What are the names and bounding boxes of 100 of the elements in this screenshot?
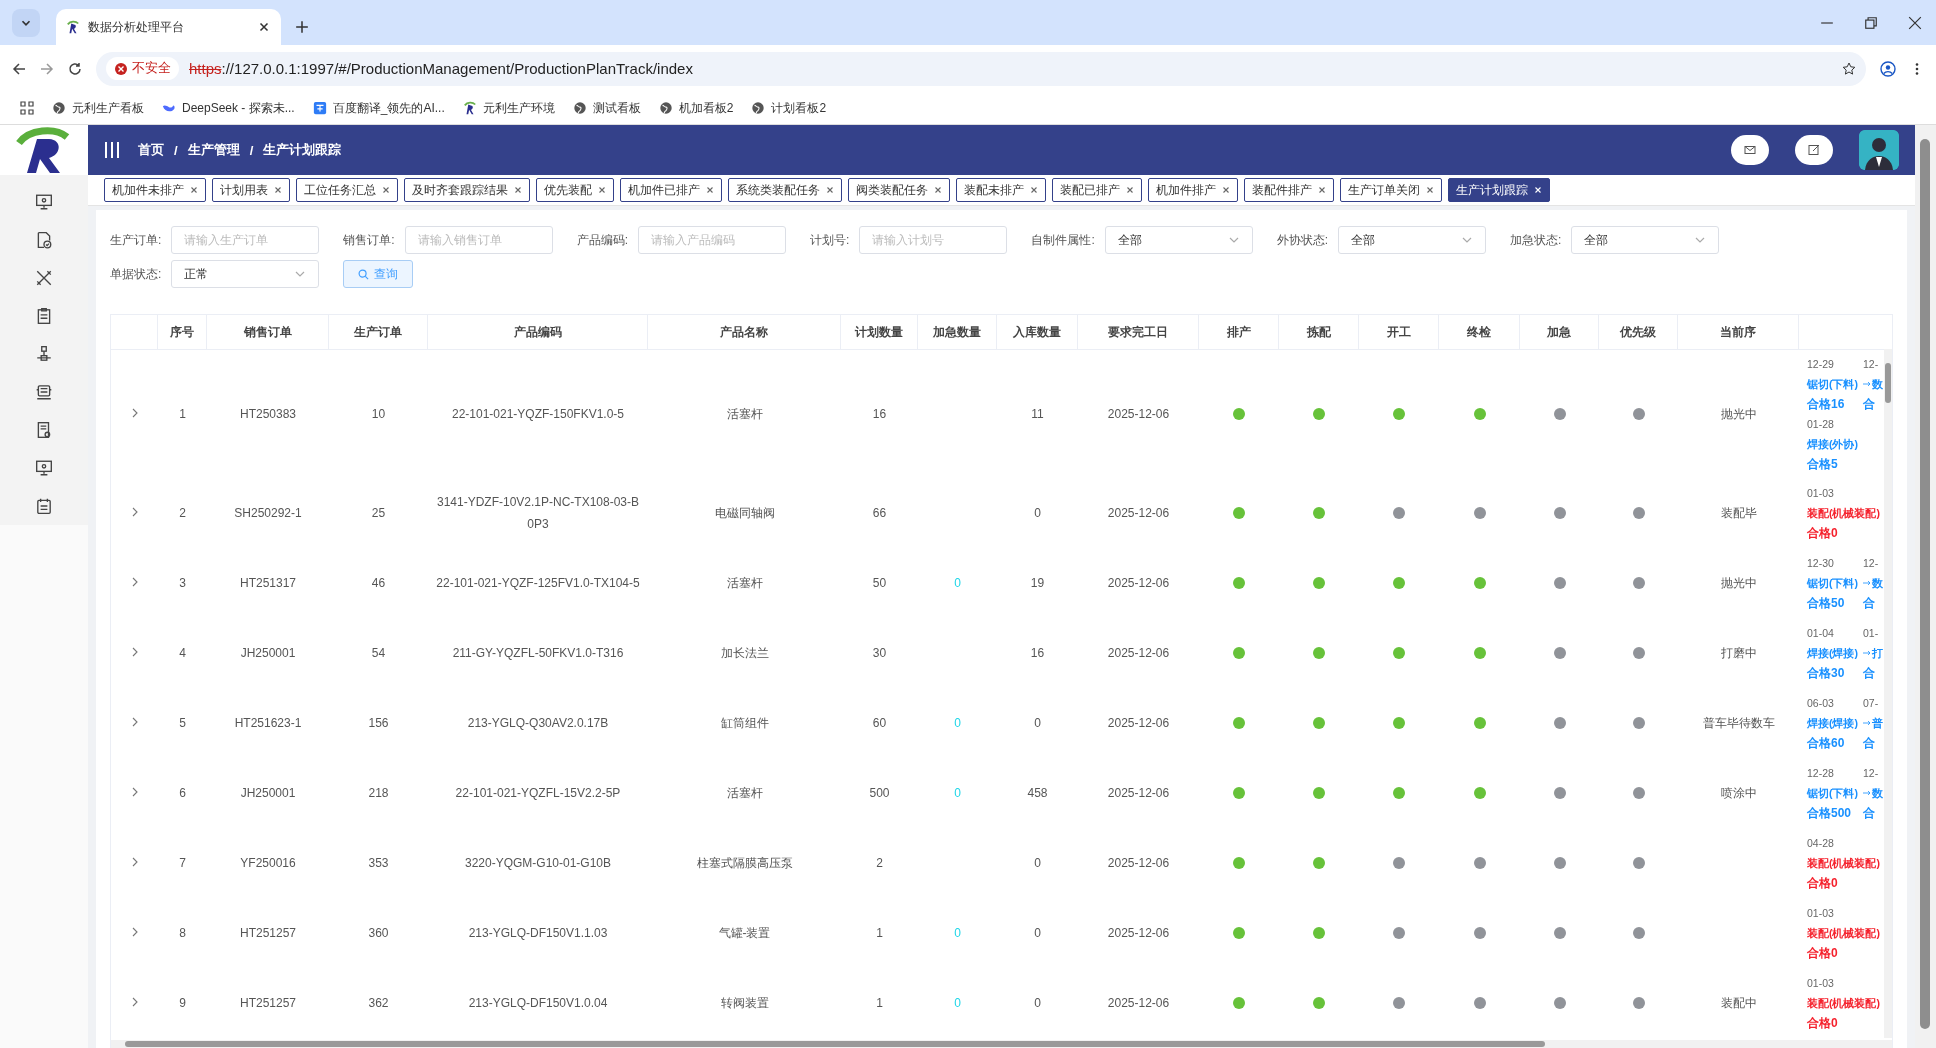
column-header[interactable]: 排产	[1226, 323, 1251, 341]
page-tag[interactable]: 优先装配	[536, 178, 614, 202]
bookmark[interactable]: 测试看板	[572, 99, 641, 117]
edit-button[interactable]	[1795, 135, 1833, 165]
profile-icon[interactable]	[1880, 60, 1896, 77]
column-header[interactable]: 拣配	[1306, 323, 1331, 341]
scrollbar[interactable]	[1884, 349, 1892, 1038]
insecure-badge[interactable]: 不安全	[106, 57, 179, 80]
tools-icon[interactable]	[35, 269, 53, 287]
address-bar[interactable]: 不安全 https://127.0.0.1:1997/#/ProductionManagement/ProductionPlanTrack/index	[96, 51, 1866, 86]
close-icon[interactable]	[1030, 186, 1038, 194]
restore-icon[interactable]	[1864, 15, 1878, 30]
column-header[interactable]: 产品编码	[513, 323, 562, 341]
close-icon[interactable]	[257, 20, 271, 34]
browser-tab[interactable]: 数据分析处理平台	[56, 9, 281, 45]
menu-icon[interactable]	[104, 141, 120, 159]
clipboard-icon[interactable]	[35, 307, 53, 325]
column-header[interactable]: 入库数量	[1013, 323, 1061, 341]
forward-icon[interactable]	[40, 61, 54, 76]
page-tag[interactable]: 工位任务汇总	[296, 178, 398, 202]
close-icon[interactable]	[274, 186, 282, 194]
close-icon[interactable]	[190, 186, 198, 194]
page-tag[interactable]: 装配已排产	[1052, 178, 1142, 202]
document-view-icon[interactable]	[35, 421, 53, 439]
select-field[interactable]: 全部	[1104, 226, 1253, 254]
breadcrumb-item[interactable]: 生产计划跟踪	[263, 141, 342, 159]
column-header[interactable]: 销售订单	[243, 323, 292, 341]
page-tag[interactable]: 装配件排产	[1244, 178, 1334, 202]
page-tag[interactable]: 阀类装配任务	[848, 178, 950, 202]
column-header[interactable]: 开工	[1386, 323, 1411, 341]
close-icon[interactable]	[514, 186, 522, 194]
select-field[interactable]: 正常	[171, 260, 320, 288]
expand-icon[interactable]	[130, 927, 139, 937]
input-field[interactable]: 请输入销售订单	[404, 226, 553, 254]
bookmark[interactable]: DeepSeek - 探索未...	[162, 99, 295, 117]
close-icon[interactable]	[1426, 186, 1434, 194]
close-icon[interactable]	[1126, 186, 1134, 194]
bookmark[interactable]: 计划看板2	[751, 99, 827, 117]
page-tag[interactable]: 机加件排产	[1148, 178, 1238, 202]
bookmark[interactable]: 元利生产看板	[52, 99, 144, 117]
column-header[interactable]: 计划数量	[855, 323, 903, 341]
page-tag[interactable]: 生产订单关闭	[1340, 178, 1442, 202]
expand-icon[interactable]	[130, 857, 139, 867]
new-tab-icon[interactable]	[295, 20, 309, 34]
back-icon[interactable]	[12, 61, 26, 76]
column-header[interactable]: 序号	[170, 323, 194, 341]
expand-icon[interactable]	[130, 577, 139, 587]
network-icon[interactable]	[35, 345, 53, 363]
avatar[interactable]	[1859, 130, 1899, 170]
scrollbar[interactable]	[111, 1040, 1892, 1048]
column-header[interactable]: 要求完工日	[1108, 323, 1168, 341]
input-field[interactable]: 请输入生产订单	[171, 226, 320, 254]
close-icon[interactable]	[1222, 186, 1230, 194]
mail-button[interactable]	[1731, 135, 1769, 165]
bookmark[interactable]: 元利生产环境	[462, 99, 555, 117]
expand-icon[interactable]	[130, 787, 139, 797]
expand-icon[interactable]	[130, 408, 139, 418]
apps-icon[interactable]	[20, 101, 34, 115]
expand-icon[interactable]	[130, 997, 139, 1007]
close-icon[interactable]	[1318, 186, 1326, 194]
scrollbar[interactable]	[1915, 125, 1936, 1048]
page-tag[interactable]: 计划用表	[212, 178, 290, 202]
page-tag[interactable]: 系统类装配任务	[728, 178, 842, 202]
input-field[interactable]: 请输入计划号	[859, 226, 1008, 254]
bookmark[interactable]: 机加看板2	[658, 99, 734, 117]
expand-icon[interactable]	[130, 507, 139, 517]
column-header[interactable]: 产品名称	[720, 323, 768, 341]
page-tag[interactable]: 及时齐套跟踪结果	[404, 178, 530, 202]
input-field[interactable]: 请输入产品编码	[638, 226, 787, 254]
breadcrumb-item[interactable]: 生产管理	[187, 141, 240, 159]
bookmark[interactable]: 百度翻译_领先的AI...	[312, 99, 445, 117]
calendar-icon[interactable]	[35, 497, 53, 515]
column-header[interactable]: 优先级	[1620, 323, 1656, 341]
breadcrumb-item[interactable]: 首页	[138, 141, 164, 159]
column-header[interactable]: 加急数量	[933, 323, 981, 341]
tab-search-button[interactable]	[12, 9, 40, 37]
expand-icon[interactable]	[130, 647, 139, 657]
close-icon[interactable]	[1908, 15, 1922, 30]
close-icon[interactable]	[934, 186, 942, 194]
machine-icon[interactable]	[35, 383, 53, 401]
close-icon[interactable]	[706, 186, 714, 194]
expand-icon[interactable]	[130, 717, 139, 727]
page-tag[interactable]: 机加件未排产	[104, 178, 206, 202]
page-tag[interactable]: 生产计划跟踪	[1448, 178, 1550, 202]
close-icon[interactable]	[382, 186, 390, 194]
page-tag[interactable]: 机加件已排产	[620, 178, 722, 202]
page-tag[interactable]: 装配未排产	[956, 178, 1046, 202]
reload-icon[interactable]	[68, 61, 82, 76]
select-field[interactable]: 全部	[1571, 226, 1720, 254]
star-icon[interactable]	[1842, 61, 1856, 76]
monitor-icon[interactable]	[35, 459, 53, 477]
close-icon[interactable]	[826, 186, 834, 194]
column-header[interactable]: 当前序	[1720, 323, 1756, 341]
monitor-icon[interactable]	[35, 193, 53, 211]
document-check-icon[interactable]	[35, 231, 53, 249]
column-header[interactable]: 终检	[1467, 323, 1491, 341]
column-header[interactable]: 加急	[1547, 323, 1571, 341]
select-field[interactable]: 全部	[1338, 226, 1487, 254]
column-header[interactable]: 生产订单	[354, 323, 402, 341]
close-icon[interactable]	[598, 186, 606, 194]
